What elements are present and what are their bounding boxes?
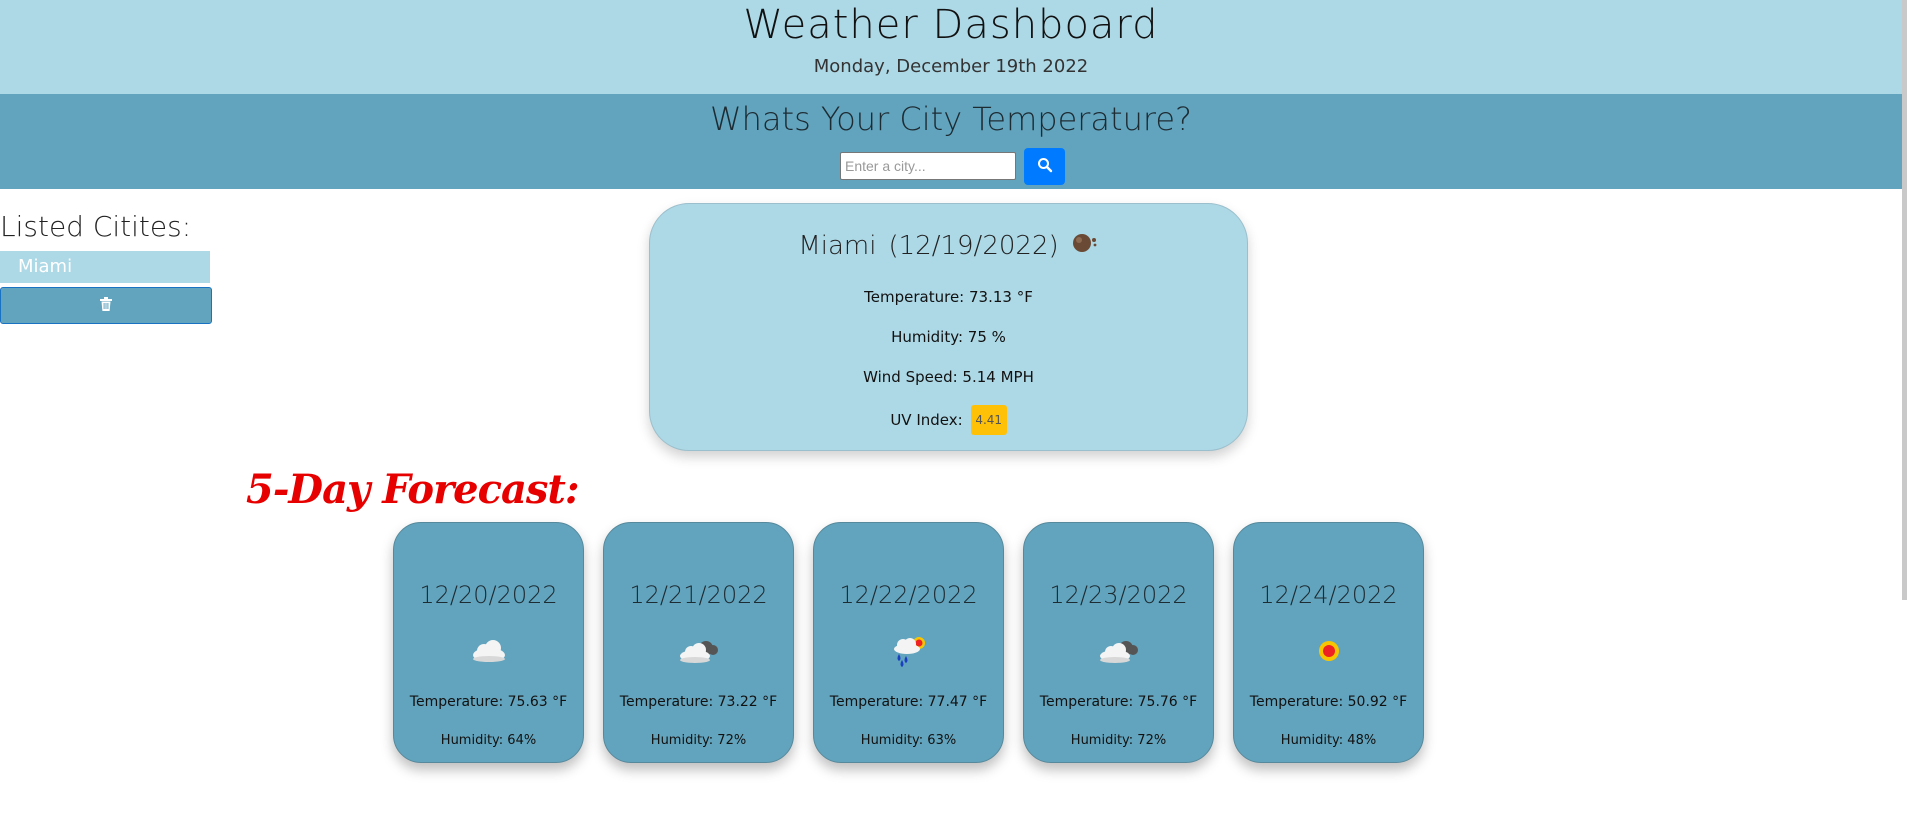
forecast-humidity: Humidity: 63% [860, 733, 957, 748]
forecast-card: 12/24/2022 Temperature: 50.92 °F Humidit… [1233, 522, 1424, 763]
forecast-card: 12/20/2022 Temperature: 75.63 °F Humidit… [393, 522, 584, 763]
broken-clouds-icon [1071, 230, 1099, 261]
forecast-date: 12/22/2022 [839, 581, 978, 609]
forecast-temperature: Temperature: 75.63 °F [409, 694, 568, 710]
sidebar-title: Listed Citites: [0, 210, 192, 243]
forecast-temperature: Temperature: 75.76 °F [1039, 694, 1198, 710]
city-list-item[interactable]: Miami [0, 251, 210, 283]
overcast-clouds-icon [1024, 631, 1213, 671]
current-weather-card: Miami (12/19/2022) Temperature: 73.13 °F… [649, 203, 1248, 451]
forecast-date: 12/24/2022 [1259, 581, 1398, 609]
forecast-card: 12/21/2022 Temperature: 73.22 °F Humidit… [603, 522, 794, 763]
forecast-temperature: Temperature: 77.47 °F [829, 694, 988, 710]
current-date-label: (12/19/2022) [888, 230, 1059, 261]
current-humidity: Humidity: 75 % [891, 328, 1006, 346]
search-row [840, 147, 1065, 185]
search-icon [1037, 157, 1053, 176]
forecast-date: 12/20/2022 [419, 581, 558, 609]
forecast-humidity: Humidity: 72% [650, 733, 747, 748]
current-weather-heading: Miami (12/19/2022) [650, 230, 1247, 261]
rain-sun-icon [814, 631, 1003, 671]
current-date: Monday, December 19th 2022 [813, 56, 1089, 77]
forecast-temperature: Temperature: 73.22 °F [619, 694, 778, 710]
forecast-card: 12/22/2022 Temperature: 77.47 °F Humidit… [813, 522, 1004, 763]
cloud-icon [394, 631, 583, 671]
search-section: Whats Your City Temperature? [0, 94, 1902, 189]
forecast-humidity: Humidity: 72% [1070, 733, 1167, 748]
overcast-clouds-icon [604, 631, 793, 671]
uv-index-label: UV Index: [890, 411, 963, 429]
weather-dashboard-page: Weather Dashboard Monday, December 19th … [0, 0, 1907, 826]
search-heading: Whats Your City Temperature? [710, 100, 1192, 138]
forecast-date: 12/21/2022 [629, 581, 768, 609]
forecast-humidity: Humidity: 48% [1280, 733, 1377, 748]
forecast-temperature: Temperature: 50.92 °F [1249, 694, 1408, 710]
city-search-input[interactable] [840, 152, 1016, 180]
trash-icon [100, 297, 112, 314]
forecast-card: 12/23/2022 Temperature: 75.76 °F Humidit… [1023, 522, 1214, 763]
app-title: Weather Dashboard [743, 2, 1159, 48]
search-button[interactable] [1024, 147, 1065, 185]
forecast-title: 5-Day Forecast: [246, 466, 580, 513]
page-scrollbar[interactable] [1902, 0, 1907, 600]
forecast-humidity: Humidity: 64% [440, 733, 537, 748]
current-wind-speed: Wind Speed: 5.14 MPH [863, 368, 1034, 386]
forecast-date: 12/23/2022 [1049, 581, 1188, 609]
current-city: Miami [798, 230, 877, 261]
header: Weather Dashboard Monday, December 19th … [0, 0, 1902, 94]
clear-history-button[interactable] [0, 287, 212, 324]
sun-icon [1234, 631, 1423, 671]
current-temperature: Temperature: 73.13 °F [864, 288, 1033, 306]
uv-index-badge: 4.41 [970, 405, 1007, 435]
uv-index-row: UV Index: 4.41 [650, 405, 1247, 435]
